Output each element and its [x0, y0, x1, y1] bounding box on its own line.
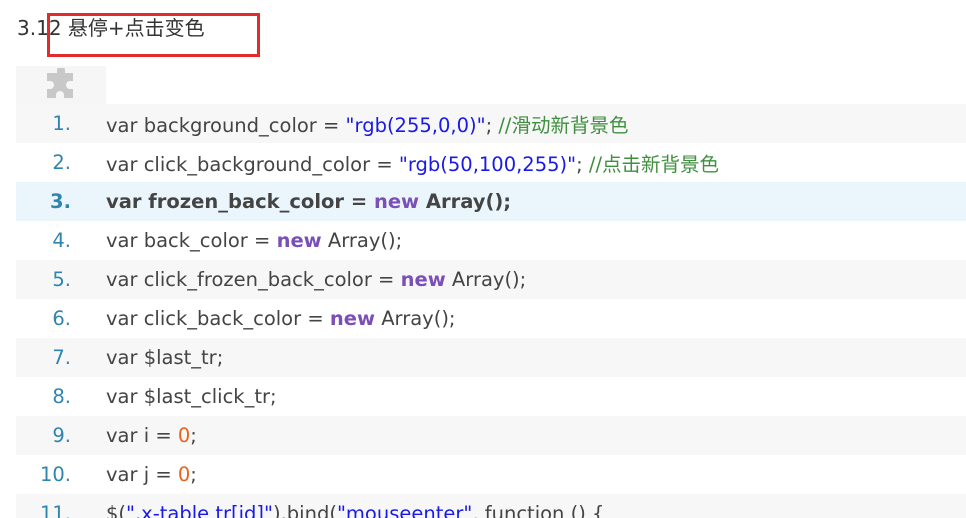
section-number: 3.1 — [17, 16, 49, 40]
line-number: 11. — [39, 502, 71, 518]
code-token-plain: var i = — [106, 424, 178, 447]
code-token-plain: ).bind( — [273, 502, 337, 518]
code-token-plain: var back_color = — [106, 229, 277, 252]
code-token-plain: Array(); — [445, 268, 527, 291]
line-number: 10. — [39, 463, 71, 486]
line-number: 2. — [52, 151, 71, 174]
line-code: var click_back_color = new Array(); — [71, 307, 456, 330]
code-token-plain: ; — [190, 424, 197, 447]
line-number: 8. — [52, 385, 71, 408]
code-line: 5. var click_frozen_back_color = new Arra… — [16, 260, 966, 299]
line-code: var $last_click_tr; — [71, 385, 277, 408]
code-line: 1. var background_color = "rgb(255,0,0)";… — [16, 104, 966, 143]
line-number: 9. — [52, 424, 71, 447]
code-token-num: 0 — [177, 463, 191, 486]
code-token-kw: new — [400, 268, 446, 291]
code-token-str: ".x-table tr[id]" — [126, 502, 273, 518]
code-token-cmt: //点击新背景色 — [588, 153, 720, 176]
line-number: 7. — [52, 346, 71, 369]
code-token-kw: new — [276, 229, 322, 252]
line-code: $(".x-table tr[id]").bind("mouseenter", … — [71, 502, 604, 518]
code-token-plain: var $last_click_tr; — [106, 385, 277, 408]
line-number: 6. — [52, 307, 71, 330]
code-line: 9. var i = 0; — [16, 416, 966, 455]
code-token-cmt: //滑动新背景色 — [498, 114, 629, 137]
code-token-plain: Array(); — [321, 229, 403, 252]
code-token-num: 0 — [177, 424, 191, 447]
code-line: 2. var click_background_color = "rgb(50,1… — [16, 143, 966, 182]
red-highlight-box — [47, 13, 260, 57]
code-token-plain: var click_frozen_back_color = — [106, 268, 401, 291]
line-code: var click_background_color = "rgb(50,100… — [71, 148, 719, 177]
code-token-plain: var click_background_color = — [106, 153, 399, 176]
code-line: 4. var back_color = new Array(); — [16, 221, 966, 260]
code-line: 6. var click_back_color = new Array(); — [16, 299, 966, 338]
puzzle-icon[interactable] — [44, 68, 78, 102]
code-token-str: "rgb(255,0,0)" — [345, 114, 486, 137]
code-line: 11. $(".x-table tr[id]").bind("mouseenter… — [16, 494, 966, 518]
code-token-plain: ; — [576, 153, 589, 176]
code-token-plain: var frozen_back_color = — [106, 190, 374, 213]
code-token-kw: new — [373, 190, 420, 213]
code-line: 7. var $last_tr; — [16, 338, 966, 377]
code-token-plain: var j = — [106, 463, 178, 486]
code-line: 3. var frozen_back_color = new Array(); — [16, 182, 966, 221]
code-token-plain: ; — [190, 463, 197, 486]
line-number: 1. — [52, 112, 71, 135]
code-token-plain: var background_color = — [106, 114, 346, 137]
code-token-plain: var $last_tr; — [106, 346, 224, 369]
code-token-str: "rgb(50,100,255)" — [398, 153, 577, 176]
code-token-plain: $( — [106, 502, 127, 518]
line-code: var frozen_back_color = new Array(); — [71, 190, 511, 213]
code-line: 10. var j = 0; — [16, 455, 966, 494]
line-number: 3. — [50, 190, 71, 213]
code-lines: 1. var background_color = "rgb(255,0,0)";… — [16, 104, 966, 518]
line-number: 4. — [52, 229, 71, 252]
code-token-plain: ; — [485, 114, 499, 137]
code-token-plain: var click_back_color = — [106, 307, 330, 330]
line-code: var back_color = new Array(); — [71, 229, 402, 252]
code-block: 1. var background_color = "rgb(255,0,0)";… — [16, 66, 966, 518]
code-toolbar — [16, 66, 106, 104]
code-token-plain: , function () { — [472, 502, 605, 518]
code-token-kw: new — [329, 307, 375, 330]
line-code: var $last_tr; — [71, 346, 223, 369]
code-token-plain: Array(); — [375, 307, 456, 330]
line-code: var j = 0; — [71, 463, 197, 486]
code-line: 8. var $last_click_tr; — [16, 377, 966, 416]
code-token-plain: Array(); — [419, 190, 512, 213]
line-code: var background_color = "rgb(255,0,0)"; /… — [71, 109, 628, 138]
line-code: var i = 0; — [71, 424, 197, 447]
line-code: var click_frozen_back_color = new Array(… — [71, 268, 526, 291]
code-token-str: "mouseenter" — [336, 502, 473, 518]
line-number: 5. — [52, 268, 71, 291]
